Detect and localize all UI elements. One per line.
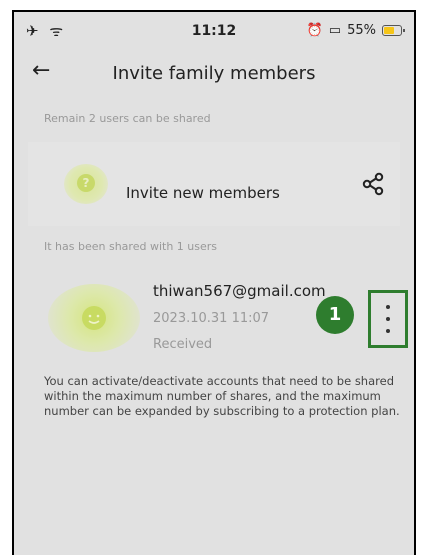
- member-status: Received: [153, 337, 213, 352]
- invite-new-members-row[interactable]: ? Invite new members: [28, 142, 400, 226]
- question-avatar-icon: ?: [64, 164, 108, 204]
- shared-label: It has been shared with 1 users: [44, 240, 218, 253]
- more-options-icon[interactable]: [368, 290, 408, 348]
- member-date: 2023.10.31 11:07: [153, 311, 270, 326]
- phone-screen: ✈ ᯤ 11:12 ⏰ ▭ 55% ← Invite family member…: [12, 10, 416, 555]
- step-badge: 1: [316, 296, 354, 334]
- share-icon[interactable]: [362, 172, 384, 196]
- status-bar: ✈ ᯤ 11:12 ⏰ ▭ 55%: [14, 12, 414, 48]
- member-email: thiwan567@gmail.com: [153, 282, 326, 300]
- smile-icon: [82, 306, 106, 330]
- info-text: You can activate/deactivate accounts tha…: [44, 374, 400, 418]
- battery-percent: 55%: [347, 23, 376, 38]
- screen-mirror-icon: ▭: [328, 23, 342, 38]
- header: ← Invite family members: [14, 50, 414, 94]
- status-right: ⏰ ▭ 55%: [306, 23, 405, 38]
- alarm-icon: ⏰: [306, 23, 323, 38]
- battery-icon: [382, 25, 405, 36]
- page-title: Invite family members: [112, 63, 316, 84]
- remain-label: Remain 2 users can be shared: [44, 112, 211, 125]
- member-avatar: [48, 284, 140, 352]
- invite-label: Invite new members: [126, 184, 280, 202]
